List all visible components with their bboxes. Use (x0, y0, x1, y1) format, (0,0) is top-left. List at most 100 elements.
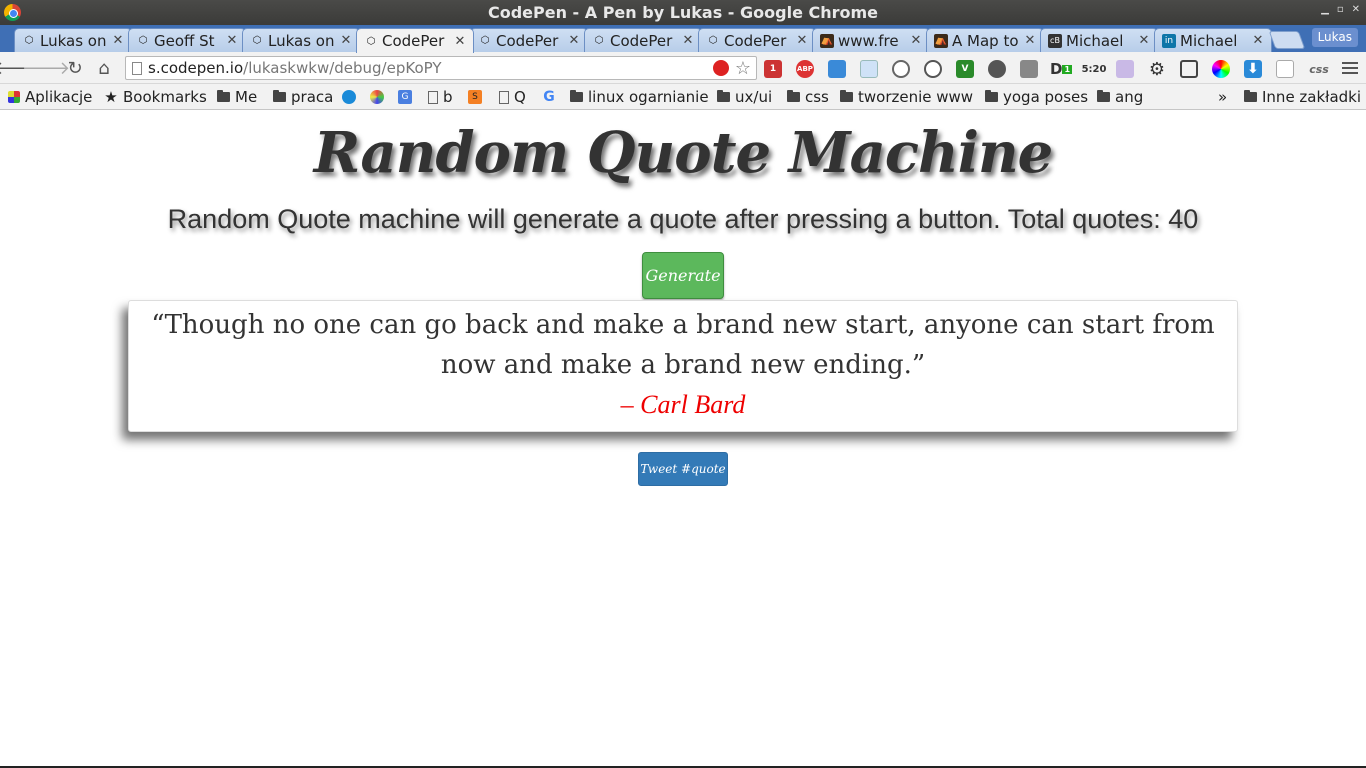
bookmark-item[interactable]: Q (499, 87, 526, 107)
bookmark-folder[interactable]: css (787, 87, 829, 107)
bookmark-item[interactable]: b (428, 87, 453, 107)
bookmark-folder[interactable]: yoga poses (985, 87, 1088, 107)
bookmark-label: Q (514, 88, 526, 106)
other-bookmarks-folder[interactable]: Inne zakładki (1244, 87, 1361, 107)
tab-close-icon[interactable]: ✕ (567, 33, 581, 48)
chat-icon (342, 90, 356, 104)
tab-title: Michael (1066, 31, 1124, 50)
color-picker-icon[interactable] (1212, 60, 1230, 78)
window-titlebar: CodePen - A Pen by Lukas - Google Chrome… (0, 0, 1366, 25)
minimize-icon[interactable]: ▁ (1321, 4, 1329, 15)
bookmark-label: yoga poses (1003, 88, 1089, 106)
tab-title: CodePer (382, 32, 445, 50)
menu-icon[interactable] (1342, 60, 1358, 76)
d-extension-badge: 1 (1062, 64, 1073, 74)
tab-active[interactable]: ⬡ CodePer ✕ (356, 28, 474, 53)
tab[interactable]: ⬡ CodePer ✕ (698, 28, 816, 52)
tab-close-icon[interactable]: ✕ (453, 34, 467, 49)
close-window-icon[interactable]: ✕ (1352, 4, 1360, 15)
tab[interactable]: ⛺ A Map to ✕ (926, 28, 1044, 52)
bookmark-folder[interactable]: ang (1097, 87, 1143, 107)
codepen-icon: ⬡ (366, 35, 376, 47)
tab-close-icon[interactable]: ✕ (339, 33, 353, 48)
tab[interactable]: ⬡ CodePer ✕ (584, 28, 702, 52)
timer-extension[interactable]: 5:20 (1082, 60, 1106, 78)
bookmark-folder[interactable]: Me (217, 87, 257, 107)
quote-text: “Though no one can go back and make a br… (151, 310, 1215, 380)
bookmark-item[interactable]: ★ Bookmarks (104, 87, 207, 107)
address-bar[interactable]: s.codepen.io/lukaskwkw/debug/epKoPY ☆ (125, 56, 757, 80)
bookmark-item[interactable] (370, 87, 389, 107)
cast-icon[interactable] (1180, 60, 1198, 78)
bookmark-folder[interactable]: ux/ui (717, 87, 772, 107)
tab-close-icon[interactable]: ✕ (1137, 33, 1151, 48)
bookmark-item[interactable]: G (542, 87, 561, 107)
folder-icon (787, 90, 800, 102)
profile-button[interactable]: Lukas (1311, 28, 1358, 47)
tab-close-icon[interactable]: ✕ (681, 33, 695, 48)
codepen-icon: ⬡ (480, 35, 490, 46)
gear-icon[interactable]: ⚙ (1148, 59, 1166, 80)
download-icon[interactable]: ⬇ (1244, 60, 1262, 78)
bookmark-label: tworzenie www (858, 88, 974, 106)
bookmark-label: Aplikacje (25, 88, 93, 106)
notes-extension-icon[interactable] (1276, 60, 1294, 78)
bookmark-apps[interactable]: Aplikacje (8, 87, 92, 107)
bookmark-item[interactable]: S (468, 87, 487, 107)
extension-puzzle-icon[interactable]: 1 (764, 60, 782, 78)
page-icon (132, 62, 142, 75)
forward-arrow-icon[interactable]: 🡒 (22, 57, 70, 79)
bookmarks-overflow-button[interactable]: » (1218, 87, 1227, 107)
home-icon[interactable]: ⌂ (93, 57, 115, 79)
new-tab-button[interactable] (1268, 31, 1306, 49)
tab[interactable]: ⛺ www.fre ✕ (812, 28, 930, 52)
tab[interactable]: ⬡ Lukas on ✕ (242, 28, 360, 52)
generate-button[interactable]: Generate (642, 252, 724, 299)
tab[interactable]: cB Michael ✕ (1040, 28, 1158, 52)
grid-extension-icon[interactable] (1116, 60, 1134, 78)
window-extension-icon[interactable] (828, 60, 846, 78)
linkedin-icon: in (1162, 33, 1176, 48)
bookmark-item[interactable] (342, 87, 361, 107)
folder-icon (717, 90, 730, 102)
clock-extension-icon[interactable] (988, 60, 1006, 78)
print-extension-icon[interactable] (1020, 60, 1038, 78)
tab-close-icon[interactable]: ✕ (1023, 33, 1037, 48)
reload-icon[interactable]: ↻ (64, 57, 86, 79)
lastpass-icon[interactable] (713, 60, 729, 76)
google-icon: G (543, 89, 555, 105)
bookmark-folder[interactable]: tworzenie www (840, 87, 973, 107)
bookmark-item[interactable]: G (398, 87, 417, 107)
tab-close-icon[interactable]: ✕ (225, 33, 239, 48)
folder-icon (217, 90, 230, 102)
bookmark-star-icon[interactable]: ☆ (735, 58, 751, 79)
maximize-icon[interactable]: ▫ (1337, 4, 1344, 15)
tab-close-icon[interactable]: ✕ (795, 33, 809, 48)
bookmark-folder[interactable]: praca (273, 87, 333, 107)
folder-extension-icon[interactable] (860, 60, 878, 78)
codepen-icon: ⬡ (24, 35, 34, 46)
v-extension-icon[interactable]: V (956, 60, 974, 78)
translate-icon: G (398, 90, 412, 104)
bookmarks-bar: Aplikacje ★ Bookmarks Me praca G b S Q G… (0, 84, 1366, 110)
css-extension-label: css (1309, 62, 1329, 76)
tab-title: A Map to (952, 31, 1019, 50)
tab[interactable]: ⬡ CodePer ✕ (470, 28, 588, 52)
css-extension-icon[interactable]: css (1306, 60, 1332, 78)
adblock-icon[interactable]: ABP (796, 60, 814, 78)
tab-close-icon[interactable]: ✕ (111, 33, 125, 48)
bookmark-folder[interactable]: linux ogarnianie (570, 87, 709, 107)
tab[interactable]: ⬡ Geoff St ✕ (128, 28, 246, 52)
tweet-quote-button[interactable]: Tweet #quote (638, 452, 728, 486)
tab-close-icon[interactable]: ✕ (1251, 33, 1265, 48)
freecodecamp-icon: ⛺ (820, 33, 834, 48)
tab-close-icon[interactable]: ✕ (909, 33, 923, 48)
bookmark-label: linux ogarnianie (588, 88, 709, 106)
sync-extension-icon[interactable] (924, 60, 942, 78)
bookmark-label: Inne zakładki (1262, 88, 1362, 106)
tab[interactable]: ⬡ Lukas on ✕ (14, 28, 132, 52)
bookmark-label: ux/ui (735, 88, 773, 106)
tab[interactable]: in Michael ✕ (1154, 28, 1272, 52)
eye-extension-icon[interactable] (892, 60, 910, 78)
d-extension-icon[interactable]: D1 (1050, 60, 1073, 78)
